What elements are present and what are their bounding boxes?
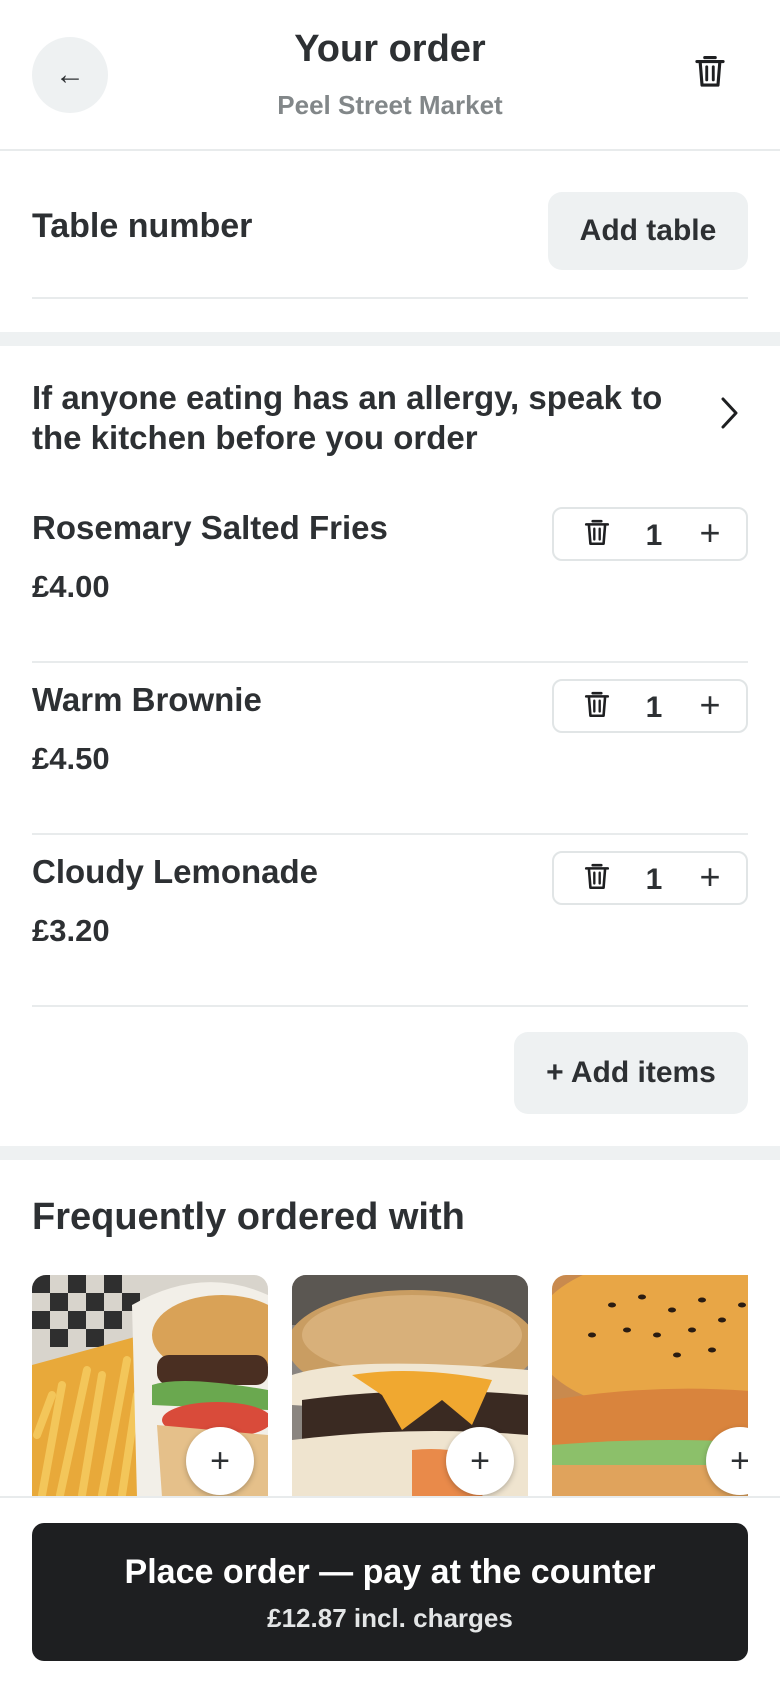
- add-table-button[interactable]: Add table: [548, 192, 748, 270]
- quantity-value: 1: [645, 691, 663, 724]
- place-order-button[interactable]: Place order — pay at the counter £12.87 …: [32, 1523, 748, 1661]
- trash-icon[interactable]: [694, 55, 726, 89]
- quantity-value: 1: [645, 519, 663, 552]
- section-title: Frequently ordered with: [32, 1196, 465, 1238]
- trash-icon[interactable]: [584, 863, 610, 891]
- order-item: Rosemary Salted Fries £4.00 1 +: [32, 491, 748, 663]
- page-title: Your order: [294, 28, 486, 70]
- recommendation-card[interactable]: +: [292, 1275, 528, 1497]
- section-divider: [0, 332, 780, 346]
- increase-quantity-button[interactable]: +: [690, 685, 730, 725]
- add-recommendation-button[interactable]: +: [186, 1427, 254, 1495]
- section-divider: [0, 1146, 780, 1160]
- recommendation-card[interactable]: +: [32, 1275, 268, 1497]
- item-price: £4.50: [32, 741, 110, 776]
- quantity-stepper: 1 +: [552, 679, 748, 733]
- quantity-stepper: 1 +: [552, 507, 748, 561]
- order-item: Warm Brownie £4.50 1 +: [32, 663, 748, 835]
- allergy-text: If anyone eating has an allergy, speak t…: [32, 379, 663, 456]
- increase-quantity-button[interactable]: +: [690, 857, 730, 897]
- item-name: Cloudy Lemonade: [32, 853, 319, 890]
- recommendation-carousel[interactable]: + + +: [0, 1275, 748, 1497]
- item-name: Warm Brownie: [32, 681, 262, 718]
- plus-icon: +: [210, 1442, 230, 1480]
- increase-quantity-button[interactable]: +: [690, 513, 730, 553]
- plus-icon: +: [730, 1442, 748, 1480]
- add-items-button[interactable]: + Add items: [514, 1032, 748, 1114]
- table-number-label: Table number: [32, 207, 253, 245]
- item-price: £3.20: [32, 913, 110, 948]
- order-item: Cloudy Lemonade £3.20 1 +: [32, 835, 748, 1007]
- recommendation-card[interactable]: +: [552, 1275, 748, 1497]
- chevron-right-icon: [721, 397, 738, 429]
- table-number-row: Table number Add table: [32, 151, 748, 299]
- header: ← Your order Peel Street Market: [0, 0, 780, 151]
- order-page: ← Your order Peel Street Market Table nu…: [0, 0, 780, 1688]
- plus-icon: +: [470, 1442, 490, 1480]
- trash-icon[interactable]: [584, 519, 610, 547]
- quantity-value: 1: [645, 863, 663, 896]
- order-total: £12.87 incl. charges: [267, 1603, 513, 1633]
- restaurant-name: Peel Street Market: [277, 90, 503, 120]
- footer-bar: Place order — pay at the counter £12.87 …: [0, 1496, 780, 1688]
- place-order-label: Place order — pay at the counter: [124, 1553, 656, 1591]
- item-price: £4.00: [32, 569, 110, 604]
- item-name: Rosemary Salted Fries: [32, 509, 388, 546]
- add-recommendation-button[interactable]: +: [446, 1427, 514, 1495]
- allergy-notice[interactable]: If anyone eating has an allergy, speak t…: [32, 376, 748, 476]
- quantity-stepper: 1 +: [552, 851, 748, 905]
- trash-icon[interactable]: [584, 691, 610, 719]
